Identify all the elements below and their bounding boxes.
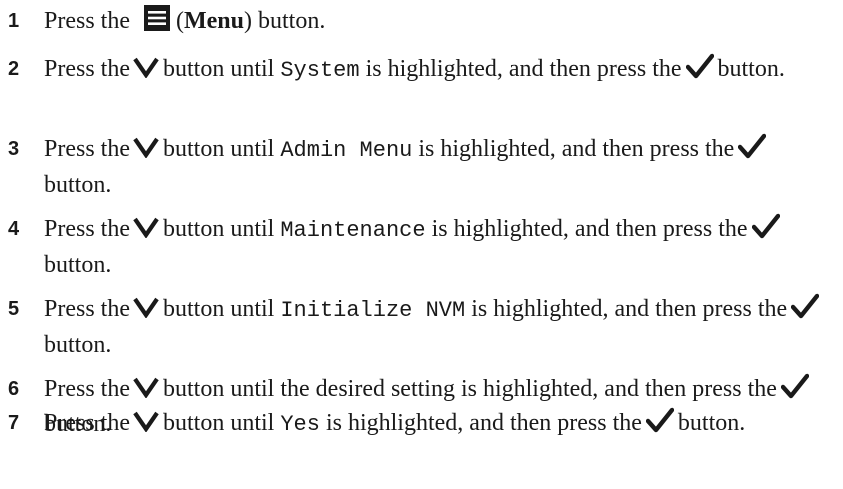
step-text-post: button. <box>258 8 326 34</box>
menu-button-name: Menu <box>184 8 244 34</box>
checkmark-icon <box>791 293 820 319</box>
step-text-end: button. <box>44 172 112 198</box>
checkmark-icon <box>685 53 714 79</box>
step-text-post: is highlighted, and then press the <box>471 296 788 322</box>
down-arrow-icon <box>133 376 159 399</box>
menu-item-name: Admin Menu <box>280 138 413 163</box>
step-text-mid: button until <box>163 410 275 436</box>
step-text-pre: Press the <box>44 296 130 322</box>
checkmark-icon <box>780 373 809 399</box>
step-number: 5 <box>8 298 20 320</box>
step-text-mid: button until <box>163 296 275 322</box>
step-text-mid: button until <box>163 216 275 242</box>
down-arrow-icon <box>133 56 159 79</box>
step-number: 4 <box>8 218 20 240</box>
step-text-pre: Press the <box>44 376 130 402</box>
down-arrow-icon <box>133 216 159 239</box>
step-text-post: is highlighted, and then press the <box>365 56 682 82</box>
down-arrow-icon <box>133 136 159 159</box>
step-number: 3 <box>8 138 20 160</box>
step-text-pre: Press the <box>44 216 130 242</box>
step-text-post: is highlighted, and then press the <box>418 136 735 162</box>
step-number: 1 <box>8 10 20 32</box>
menu-icon <box>144 5 170 32</box>
step-text: Press the (Menu) button. <box>44 4 834 39</box>
step-text-mid: button until the desired setting is high… <box>163 376 777 402</box>
step-text: Press the button until Yes is highlighted… <box>44 406 834 442</box>
step-number: 6 <box>8 378 20 400</box>
step-text: Press the button until Admin Menu is high… <box>44 132 834 203</box>
step-text-post: is highlighted, and then press the <box>325 410 642 436</box>
step-text-mid: button until <box>163 56 275 82</box>
step-text-end: button. <box>44 332 112 358</box>
step-text-end: button. <box>677 410 746 436</box>
step-text-post: is highlighted, and then press the <box>431 216 748 242</box>
menu-item-name: Initialize NVM <box>280 298 466 323</box>
checkmark-icon <box>738 133 767 159</box>
step-text-end: button. <box>44 252 112 278</box>
step-text-pre: Press the <box>44 410 130 436</box>
step-text-pre: Press the <box>44 56 130 82</box>
step-text-end: button. <box>717 56 785 82</box>
menu-item-name: Maintenance <box>280 218 426 243</box>
step-text: Press the button until System is highligh… <box>44 52 834 88</box>
step-text-pre: Press the <box>44 8 130 34</box>
menu-item-name: Yes <box>280 412 320 437</box>
checkmark-icon <box>645 407 674 433</box>
menu-item-name: System <box>280 58 360 83</box>
checkmark-icon <box>751 213 780 239</box>
step-number: 7 <box>8 412 20 434</box>
step-text-mid: button until <box>163 136 275 162</box>
step-text: Press the button until Maintenance is hig… <box>44 212 834 283</box>
down-arrow-icon <box>133 296 159 319</box>
down-arrow-icon <box>133 410 159 433</box>
step-text: Press the button until Initialize NVM is … <box>44 292 834 363</box>
step-number: 2 <box>8 58 20 80</box>
step-text-pre: Press the <box>44 136 130 162</box>
